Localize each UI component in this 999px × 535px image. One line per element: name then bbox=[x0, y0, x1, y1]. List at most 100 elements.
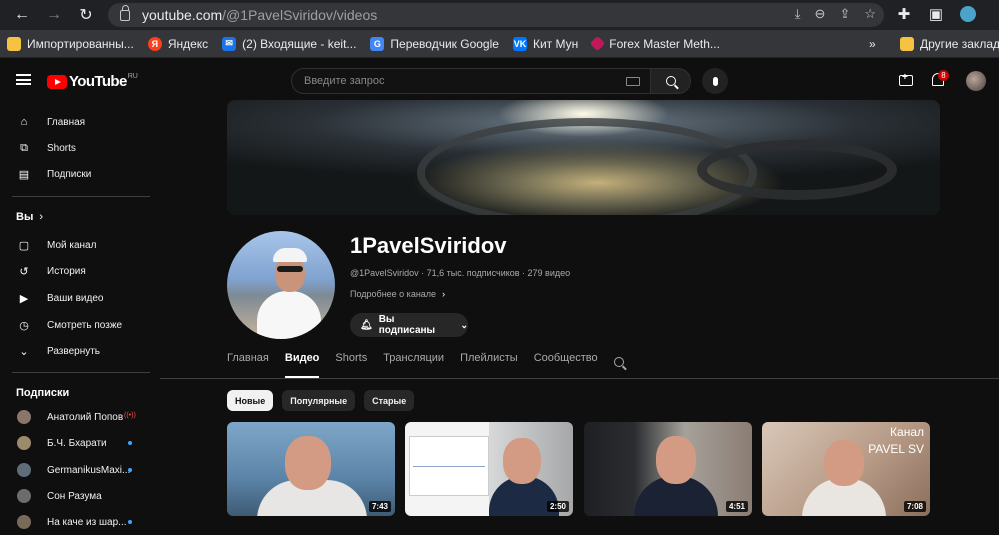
extensions-puzzle-icon[interactable]: ✚ bbox=[894, 3, 914, 25]
bookmark-item[interactable]: ✉ (2) Входящие - keit... bbox=[215, 30, 363, 58]
other-bookmarks[interactable]: Другие заклад bbox=[893, 30, 999, 58]
forward-arrow-icon[interactable]: → bbox=[40, 1, 68, 29]
bookmarks-bar: Импортированны... Я Яндекс ✉ (2) Входящие … bbox=[0, 30, 999, 58]
bookmark-item[interactable]: Я Яндекс bbox=[141, 30, 215, 58]
video-thumbnail[interactable]: 4:51 bbox=[584, 422, 752, 516]
home-icon: ⌂ bbox=[20, 116, 28, 128]
folder-icon bbox=[900, 36, 914, 51]
video-duration: 2:50 bbox=[546, 501, 569, 512]
thumbnail-face bbox=[503, 438, 541, 484]
tab-videos[interactable]: Видео bbox=[284, 352, 319, 378]
yandex-icon: Я bbox=[147, 36, 162, 51]
channel-tabs: Главная Видео Shorts Трансляции Плейлист… bbox=[227, 352, 614, 378]
channel-name: 1PavelSviridov bbox=[350, 233, 507, 258]
chip-popular[interactable]: Популярные bbox=[282, 390, 356, 411]
bookmark-item[interactable]: Forex Master Meth... bbox=[585, 30, 727, 58]
channel-banner bbox=[227, 100, 940, 215]
sidebar-subscription-item[interactable]: На каче из шар... bbox=[0, 509, 150, 535]
bookmark-item[interactable]: Импортированны... bbox=[0, 30, 141, 58]
sidebar-item-shorts[interactable]: ⧉ Shorts bbox=[0, 135, 150, 161]
reload-icon[interactable]: ↻ bbox=[72, 1, 100, 29]
watch-later-icon: ◷ bbox=[19, 319, 29, 332]
avatar-glasses bbox=[277, 266, 303, 272]
keyboard-icon[interactable] bbox=[626, 77, 640, 86]
tab-home[interactable]: Главная bbox=[227, 352, 269, 378]
notification-badge: 8 bbox=[938, 70, 949, 81]
channel-meta: @1PavelSviridov · 71,6 тыс. подписчиков … bbox=[350, 268, 571, 278]
thumbnail-face bbox=[285, 436, 331, 490]
back-arrow-icon[interactable]: ← bbox=[8, 1, 36, 29]
thumbnail-face bbox=[824, 440, 864, 486]
sort-chips: Новые Популярные Старые bbox=[227, 390, 415, 411]
sidebar-item-home[interactable]: ⌂ Главная bbox=[0, 109, 150, 135]
sidebar-you-heading[interactable]: Вы › bbox=[16, 211, 43, 223]
search-icon bbox=[614, 357, 624, 367]
chevron-right-icon: › bbox=[39, 211, 44, 223]
sidebar-divider bbox=[12, 372, 150, 373]
chevron-down-icon: ⌄ bbox=[19, 345, 29, 358]
tabs-divider bbox=[160, 378, 999, 379]
sidebar-subscription-item[interactable]: Б.Ч. Бхарати bbox=[0, 430, 150, 456]
address-bar[interactable]: youtube.com/@1PavelSviridov/videos ⤓ ⊖ ⇪… bbox=[108, 3, 884, 27]
vk-icon: VK bbox=[512, 36, 527, 51]
create-video-icon[interactable] bbox=[899, 72, 913, 86]
bookmarks-more-button[interactable]: » bbox=[862, 30, 883, 58]
sidebar-subscription-item[interactable]: GermanikusMaxi... bbox=[0, 457, 150, 483]
bell-icon: 🔔︎ bbox=[360, 319, 373, 331]
sidebar-subscription-item[interactable]: Сон Разума bbox=[0, 483, 150, 509]
video-duration: 4:51 bbox=[725, 501, 748, 512]
profile-icon[interactable] bbox=[958, 3, 978, 25]
account-avatar[interactable] bbox=[966, 71, 986, 91]
search-icon bbox=[665, 76, 676, 86]
sidebar-item-watch-later[interactable]: ◷ Смотреть позже bbox=[0, 312, 150, 338]
avatar bbox=[17, 463, 31, 477]
youtube-header: YouTube RU Введите запрос 8 bbox=[0, 58, 999, 106]
mail-icon: ✉ bbox=[222, 36, 237, 51]
banner-ring-shape bbox=[697, 140, 897, 200]
youtube-play-icon bbox=[47, 74, 67, 89]
zoom-icon[interactable]: ⊖ bbox=[815, 6, 826, 22]
sidebar-item-your-videos[interactable]: ▶ Ваши видео bbox=[0, 285, 150, 311]
bookmark-star-icon[interactable]: ☆ bbox=[864, 6, 876, 22]
history-icon: ↺ bbox=[19, 265, 29, 278]
sidebar-subscription-item[interactable]: Анатолий Попов ((•)) bbox=[0, 404, 150, 430]
browser-toolbar: ← → ↻ youtube.com/@1PavelSviridov/videos… bbox=[0, 0, 999, 30]
bookmark-item[interactable]: G Переводчик Google bbox=[363, 30, 506, 58]
avatar-figure bbox=[257, 291, 321, 339]
chip-newest[interactable]: Новые bbox=[227, 390, 274, 411]
your-videos-icon: ▶ bbox=[19, 292, 29, 305]
video-thumbnail[interactable]: Канал PAVEL SV 7:08 bbox=[762, 422, 930, 516]
bookmark-item[interactable]: VK Кит Мун bbox=[506, 30, 585, 58]
sidebar-item-history[interactable]: ↺ История bbox=[0, 258, 150, 284]
chevron-right-icon: › bbox=[442, 289, 446, 299]
youtube-logo[interactable]: YouTube RU bbox=[47, 73, 138, 90]
sidebar: ⌂ Главная ⧉ Shorts ▤ Подписки Вы › ▢ Мой … bbox=[0, 106, 150, 529]
tab-live[interactable]: Трансляции bbox=[383, 352, 444, 378]
new-content-dot bbox=[128, 520, 132, 524]
channel-search-button[interactable] bbox=[614, 357, 625, 368]
avatar bbox=[17, 489, 31, 503]
channel-icon: ▢ bbox=[18, 239, 30, 252]
channel-more-link[interactable]: Подробнее о канале › bbox=[350, 289, 445, 299]
forex-icon bbox=[589, 35, 606, 52]
tab-shorts[interactable]: Shorts bbox=[335, 352, 367, 378]
channel-avatar[interactable] bbox=[227, 231, 335, 339]
voice-search-button[interactable] bbox=[702, 68, 728, 94]
tab-community[interactable]: Сообщество bbox=[534, 352, 598, 378]
chip-oldest[interactable]: Старые bbox=[364, 390, 415, 411]
menu-icon[interactable] bbox=[16, 74, 31, 85]
side-panel-icon[interactable]: ▣ bbox=[926, 3, 946, 25]
sidebar-item-subscriptions[interactable]: ▤ Подписки bbox=[0, 161, 150, 187]
tab-playlists[interactable]: Плейлисты bbox=[460, 352, 518, 378]
subscribed-button[interactable]: 🔔︎ Вы подписаны ⌄ bbox=[350, 313, 468, 337]
install-icon[interactable]: ⤓ bbox=[795, 6, 801, 22]
search-input[interactable]: Введите запрос bbox=[291, 68, 651, 94]
chevron-down-icon: ⌄ bbox=[460, 319, 468, 330]
video-thumbnail[interactable]: 7:43 bbox=[227, 422, 395, 516]
sidebar-item-my-channel[interactable]: ▢ Мой канал bbox=[0, 232, 150, 258]
video-thumbnail[interactable]: 2:50 bbox=[405, 422, 573, 516]
sidebar-item-expand[interactable]: ⌄ Развернуть bbox=[0, 338, 150, 364]
search-button[interactable] bbox=[650, 68, 691, 94]
thumbnail-face bbox=[656, 436, 696, 484]
share-icon[interactable]: ⇪ bbox=[839, 6, 850, 22]
